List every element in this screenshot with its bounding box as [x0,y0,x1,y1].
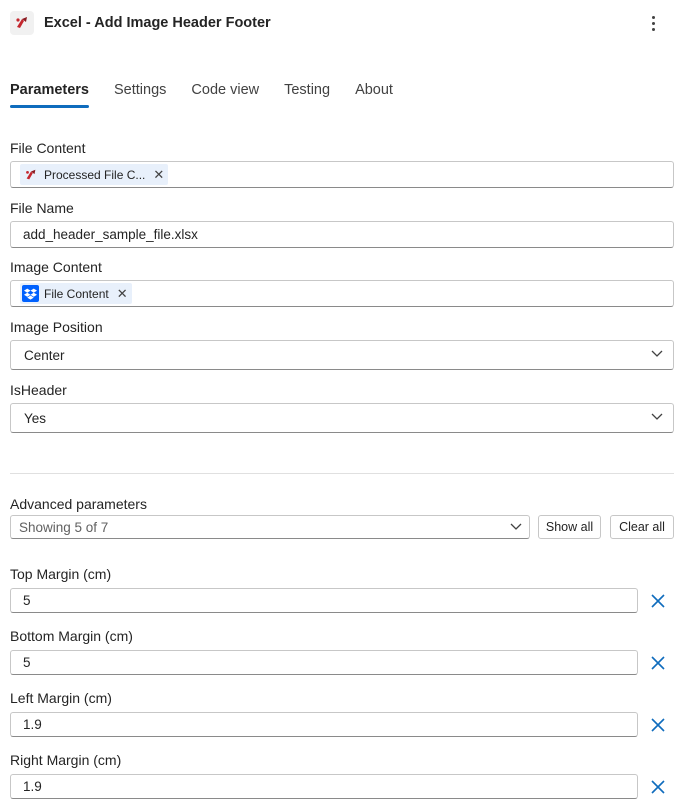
tab-code-view[interactable]: Code view [191,82,259,108]
is-header-select[interactable]: Yes [10,403,674,433]
clear-all-button[interactable]: Clear all [610,515,674,539]
tab-settings[interactable]: Settings [114,82,166,108]
image-content-label: Image Content [10,259,102,275]
image-content-field[interactable]: File Content ✕ [10,280,674,307]
right-margin-label: Right Margin (cm) [10,752,122,768]
tab-about[interactable]: About [355,82,393,108]
select-value: Showing 5 of 7 [19,519,109,535]
remove-parameter-icon[interactable] [648,653,668,673]
tab-testing[interactable]: Testing [284,82,330,108]
select-value: Center [24,347,65,363]
remove-parameter-icon[interactable] [648,591,668,611]
tab-parameters[interactable]: Parameters [10,82,89,108]
file-name-input[interactable]: add_header_sample_file.xlsx [10,221,674,248]
file-content-label: File Content [10,140,86,156]
chevron-down-icon [510,523,522,530]
top-margin-input[interactable]: 5 [10,588,638,613]
more-vertical-icon[interactable] [643,13,663,33]
is-header-label: IsHeader [10,382,67,398]
advanced-parameters-label: Advanced parameters [10,496,147,512]
bottom-margin-label: Bottom Margin (cm) [10,628,133,644]
page-title: Excel - Add Image Header Footer [44,15,271,31]
left-margin-input[interactable]: 1.9 [10,712,638,737]
right-margin-input[interactable]: 1.9 [10,774,638,799]
excel-connector-icon [22,166,39,183]
advanced-parameters-select[interactable]: Showing 5 of 7 [10,515,530,539]
chevron-down-icon [651,413,663,420]
divider [10,473,674,474]
file-name-label: File Name [10,200,74,216]
remove-parameter-icon[interactable] [648,715,668,735]
close-icon[interactable]: ✕ [117,287,128,300]
file-content-token[interactable]: Processed File C... ✕ [20,164,169,185]
image-content-token[interactable]: File Content ✕ [20,283,132,304]
remove-parameter-icon[interactable] [648,777,668,797]
token-label: Processed File C... [44,167,146,182]
dropbox-icon [22,285,39,302]
image-position-label: Image Position [10,319,103,335]
show-all-button[interactable]: Show all [538,515,601,539]
file-content-field[interactable]: Processed File C... ✕ [10,161,674,188]
token-label: File Content [44,286,109,301]
header: Excel - Add Image Header Footer [10,10,669,36]
tab-bar: Parameters Settings Code view Testing Ab… [10,82,418,108]
image-position-select[interactable]: Center [10,340,674,370]
excel-connector-icon [10,11,34,35]
select-value: Yes [24,410,47,426]
left-margin-label: Left Margin (cm) [10,690,112,706]
close-icon[interactable]: ✕ [153,168,164,181]
chevron-down-icon [651,350,663,357]
top-margin-label: Top Margin (cm) [10,566,112,582]
bottom-margin-input[interactable]: 5 [10,650,638,675]
